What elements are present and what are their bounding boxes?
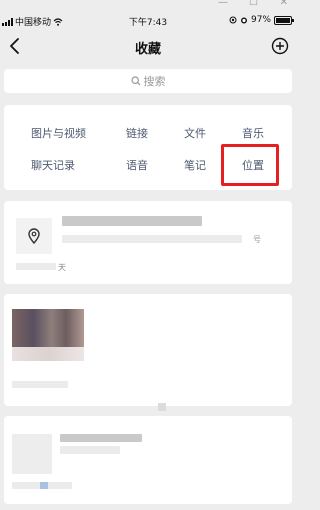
image-thumbnail-blurred	[12, 309, 84, 347]
search-bar[interactable]: 搜索	[4, 69, 292, 93]
minimize-button[interactable]: —	[218, 0, 228, 8]
category-voice[interactable]: 语音	[126, 157, 148, 173]
status-bar: 中国移动 下午7:43 97%	[0, 10, 296, 32]
search-icon	[130, 76, 140, 86]
image-thumbnail-lower	[12, 347, 84, 361]
blur-artifact	[158, 403, 166, 411]
favorite-item-location[interactable]: 号 天	[4, 201, 292, 284]
page-title: 收藏	[134, 42, 161, 57]
category-chat-history[interactable]: 聊天记录	[31, 157, 75, 173]
file-thumbnail-blurred	[12, 434, 52, 474]
category-music[interactable]: 音乐	[242, 125, 264, 141]
map-pin-icon	[28, 228, 40, 244]
location-name-blurred	[62, 216, 202, 226]
alarm-icon	[240, 17, 247, 24]
file-info-blurred	[60, 446, 120, 454]
search-label: 搜索	[143, 75, 166, 88]
close-button[interactable]: ✕	[280, 0, 288, 8]
file-name-blurred	[60, 434, 142, 442]
category-photos-videos[interactable]: 图片与视频	[31, 125, 86, 141]
file-meta-accent	[40, 482, 48, 489]
item-source-blurred	[16, 263, 56, 270]
location-address-blurred	[62, 235, 242, 243]
location-thumbnail	[16, 218, 52, 254]
nav-bar: 收藏	[0, 32, 296, 62]
favorite-item-file[interactable]	[4, 416, 292, 504]
item-time-suffix: 天	[58, 263, 66, 272]
location-status-icon	[229, 16, 237, 24]
category-notes[interactable]: 笔记	[184, 157, 206, 173]
image-meta-blurred	[12, 381, 68, 388]
favorite-item-image[interactable]	[4, 294, 292, 406]
category-files[interactable]: 文件	[184, 125, 206, 141]
location-address-suffix: 号	[253, 235, 261, 244]
window-controls: — ☐ ✕	[0, 0, 296, 10]
battery-percent: 97%	[250, 15, 271, 25]
maximize-button[interactable]: ☐	[249, 0, 258, 8]
category-links[interactable]: 链接	[126, 125, 148, 141]
location-highlight-box	[221, 144, 279, 186]
battery-icon	[274, 15, 294, 25]
add-circle-icon[interactable]	[270, 35, 290, 57]
